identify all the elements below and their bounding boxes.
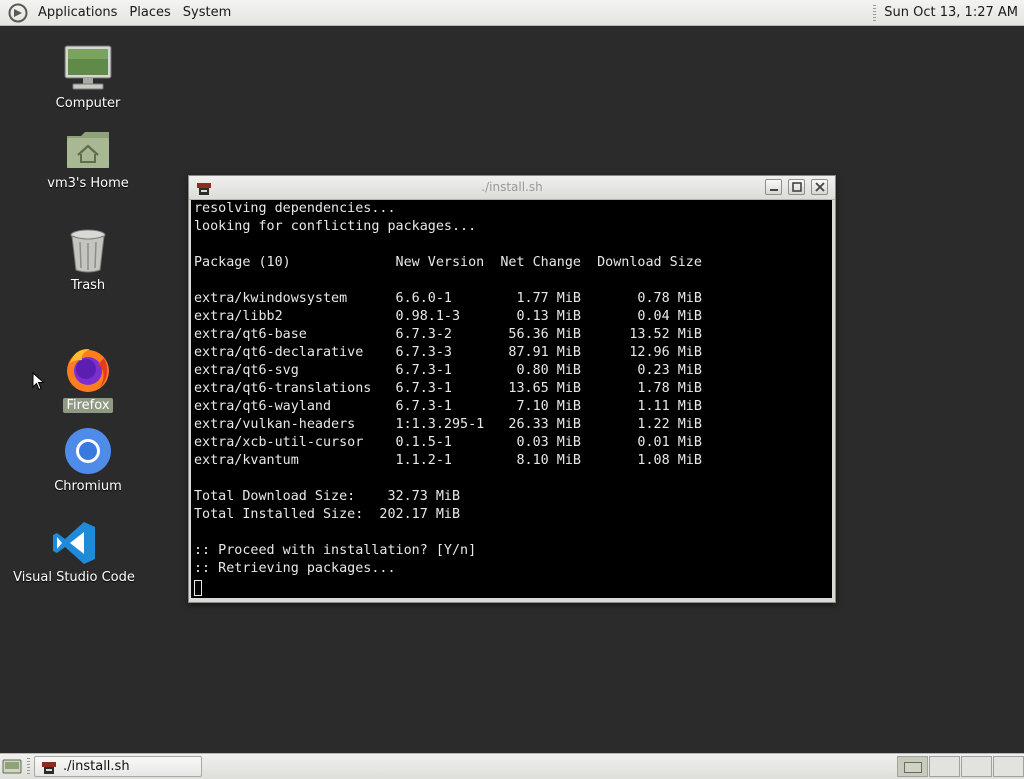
workspace-1[interactable] [897,756,928,777]
firefox-icon [67,348,109,392]
bottom-panel: ./install.sh [0,753,1024,779]
distro-logo-icon[interactable] [8,3,28,23]
window-title: ./install.sh [481,180,543,194]
minimize-icon [770,189,778,191]
desktop-label-trash: Trash [70,278,106,293]
places-menu[interactable]: Places [123,0,176,25]
window-title-bar[interactable]: ./install.sh [189,176,835,200]
desktop-icon-chromium[interactable]: Chromium [48,427,128,494]
terminal-window[interactable]: ./install.sh resolving dependencies... l… [188,175,836,603]
desktop-icon-home[interactable]: vm3's Home [47,128,129,191]
minimize-button[interactable] [765,179,782,195]
terminal-app-icon [42,761,56,774]
desktop-label-chromium: Chromium [54,479,122,494]
desktop-icon-vscode[interactable]: Visual Studio Code [13,520,135,585]
workspace-3[interactable] [961,756,992,777]
terminal-output[interactable]: resolving dependencies... looking for co… [191,200,832,598]
taskbar-window-install[interactable]: ./install.sh [34,756,202,777]
desktop-icon-computer[interactable]: Computer [48,44,128,111]
top-panel: Applications Places System Sun Oct 13, 1… [0,0,1024,26]
applications-menu[interactable]: Applications [32,0,123,25]
workspace-window-preview [904,762,922,773]
taskbar-separator [27,758,30,775]
maximize-button[interactable] [788,179,805,195]
taskbar-window-label: ./install.sh [63,759,130,774]
panel-separator [873,4,877,21]
terminal-prompt-line[interactable] [191,578,832,596]
close-icon [815,182,825,192]
clock[interactable]: Sun Oct 13, 1:27 AM [884,5,1024,20]
workspace-2[interactable] [929,756,960,777]
vscode-icon [53,522,95,564]
mouse-pointer-icon [32,372,45,391]
desktop-icon-firefox[interactable]: Firefox [48,346,128,413]
panel-right: Sun Oct 13, 1:27 AM [873,0,1024,25]
desktop-label-firefox: Firefox [63,398,113,413]
home-folder-icon [67,132,109,168]
terminal-text: resolving dependencies... looking for co… [194,201,702,576]
workspace-4[interactable] [993,756,1024,777]
desktop-label-home: vm3's Home [47,176,129,191]
desktop-label-computer: Computer [55,96,121,111]
maximize-icon [792,182,802,192]
desktop-label-vscode: Visual Studio Code [13,570,135,585]
show-desktop-icon[interactable] [2,758,22,775]
chromium-icon [65,428,111,474]
text-cursor [194,580,202,596]
trash-icon [70,229,106,273]
system-menu[interactable]: System [177,0,237,25]
computer-icon [64,45,112,90]
close-button[interactable] [811,179,828,195]
desktop-icon-trash[interactable]: Trash [48,228,128,293]
